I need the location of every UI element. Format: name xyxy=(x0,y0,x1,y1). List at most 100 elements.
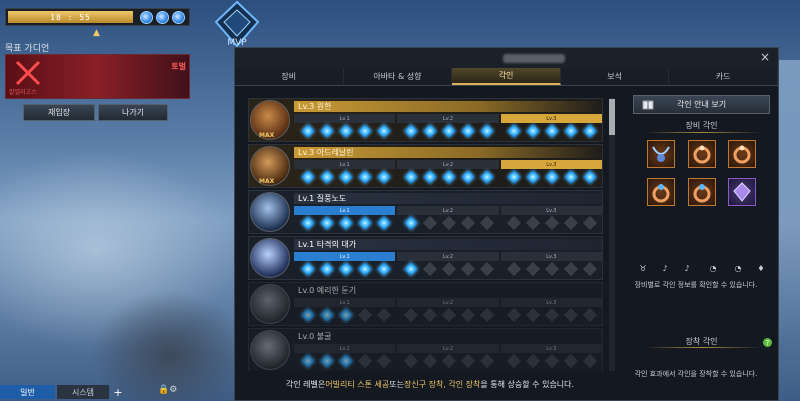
gem-point-icon xyxy=(563,307,579,323)
gem-point-icon xyxy=(300,169,316,185)
gem-point-icon xyxy=(582,261,598,277)
gem-point-icon xyxy=(357,169,373,185)
slot-ring-2[interactable] xyxy=(688,178,716,206)
gem-point-icon xyxy=(441,123,457,139)
gem-point-icon xyxy=(357,215,373,231)
book-icon xyxy=(642,100,654,110)
gem-point-icon xyxy=(506,215,522,231)
gem-point-icon xyxy=(441,261,457,277)
gem-point-icon xyxy=(357,261,373,277)
gem-point-icon xyxy=(506,261,522,277)
level-segment: Lv.2 xyxy=(397,160,499,169)
gem-track xyxy=(300,353,603,369)
gem-point-icon xyxy=(525,353,541,369)
tab-equipment[interactable]: 장비 xyxy=(235,68,344,85)
slot-ring-1[interactable] xyxy=(647,178,675,206)
level-segment: Lv.1 xyxy=(294,206,396,215)
close-icon[interactable]: × xyxy=(760,50,770,64)
footer-hint: 각인 레벨은 어빌리티 스톤 세공 또는 장신구 장착, 각인 장착 을 통해 … xyxy=(235,376,625,392)
engraving-guide-button[interactable]: 각인 안내 보기 xyxy=(633,95,770,114)
gem-point-icon xyxy=(479,169,495,185)
gem-point-icon xyxy=(441,307,457,323)
gem-point-icon xyxy=(506,307,522,323)
engraving-row[interactable]: Lv.1 질풍노도 Lv.1 Lv.2 Lv.3 xyxy=(248,190,603,234)
engraving-icon xyxy=(250,330,290,370)
gem-point-icon xyxy=(422,215,438,231)
divider xyxy=(643,347,761,348)
gem-point-icon xyxy=(460,169,476,185)
tab-gems[interactable]: 보석 xyxy=(561,68,670,85)
equip-info-text: 장비별로 각인 정보를 확인할 수 있습니다. xyxy=(634,281,758,289)
tab-engraving[interactable]: 각인 xyxy=(452,68,561,85)
level-segment: Lv.1 xyxy=(294,344,396,353)
level-segment: Lv.3 xyxy=(500,298,602,307)
gem-point-icon xyxy=(582,353,598,369)
gem-point-icon xyxy=(376,261,392,277)
raid-tag: 토벌 xyxy=(171,62,186,71)
level-segment: Lv.3 xyxy=(500,252,602,261)
help-icon[interactable]: ? xyxy=(763,338,772,347)
exit-button[interactable]: 나가기 xyxy=(98,104,168,121)
guide-button-label: 각인 안내 보기 xyxy=(676,100,727,109)
level-segment: Lv.3 xyxy=(500,160,602,169)
engraving-row[interactable]: MAX Lv.3 원한 Lv.1 Lv.2 Lv.3 xyxy=(248,98,603,142)
chat-tab-general[interactable]: 일반 xyxy=(0,385,55,399)
gem-point-icon xyxy=(376,215,392,231)
level-segment: Lv.2 xyxy=(397,206,499,215)
engraving-name: Lv.1 타격의 대가 xyxy=(294,239,602,250)
chat-tab-system[interactable]: 시스템 xyxy=(57,385,109,399)
timer-bar: 18 : 55 xyxy=(8,11,133,23)
gem-point-icon xyxy=(563,169,579,185)
level-track: Lv.1 Lv.2 Lv.3 xyxy=(294,206,602,215)
gem-point-icon xyxy=(338,353,354,369)
gem-point-icon xyxy=(460,353,476,369)
gem-point-icon xyxy=(403,353,419,369)
engraving-row[interactable]: MAX Lv.3 아드레날린 Lv.1 Lv.2 Lv.3 xyxy=(248,144,603,188)
gem-point-icon xyxy=(506,123,522,139)
window-header: × xyxy=(235,48,778,68)
reenter-button[interactable]: 재입장 xyxy=(23,104,95,121)
ring-1-mini-icon: ◔ xyxy=(709,264,717,273)
engraving-name: Lv.1 질풍노도 xyxy=(294,193,602,204)
gem-point-icon xyxy=(338,215,354,231)
gem-track xyxy=(300,261,603,277)
gem-point-icon xyxy=(338,307,354,323)
level-segment: Lv.3 xyxy=(500,344,602,353)
add-chat-tab-button[interactable]: + xyxy=(111,386,125,399)
gem-point-icon xyxy=(338,123,354,139)
tab-cards[interactable]: 카드 xyxy=(669,68,778,85)
ability-stone-icon xyxy=(733,182,751,202)
gem-point-icon xyxy=(460,307,476,323)
scrollbar-thumb[interactable] xyxy=(609,99,615,135)
gem-point-icon xyxy=(544,261,560,277)
gem-point-icon xyxy=(357,307,373,323)
gem-track xyxy=(300,123,603,139)
gem-point-icon xyxy=(357,353,373,369)
footer-suffix: 을 통해 상승할 수 있습니다. xyxy=(480,379,575,389)
tab-avatar[interactable]: 아바타 & 성향 xyxy=(344,68,453,85)
level-segment: Lv.1 xyxy=(294,298,396,307)
gem-point-icon xyxy=(563,353,579,369)
engraving-row[interactable]: Lv.1 타격의 대가 Lv.1 Lv.2 Lv.3 xyxy=(248,236,603,280)
engraving-name: Lv.3 원한 xyxy=(294,101,602,112)
blurred-character-name xyxy=(503,54,565,63)
slot-necklace[interactable] xyxy=(647,140,675,168)
guardian-card[interactable]: 토벌 칼엘리고스 xyxy=(5,54,190,99)
collapse-caret-icon[interactable]: ▲ xyxy=(93,28,100,38)
gem-point-icon xyxy=(479,261,495,277)
slot-earring-1[interactable] xyxy=(688,140,716,168)
slot-ability-stone[interactable] xyxy=(728,178,756,206)
chat-lock-gear-icons[interactable]: 🔒⚙ xyxy=(158,385,177,395)
level-track: Lv.1 Lv.2 Lv.3 xyxy=(294,344,602,353)
slot-earring-2[interactable] xyxy=(728,140,756,168)
goal-title: 목표 가디언 xyxy=(5,44,50,54)
gem-point-icon xyxy=(441,169,457,185)
engraving-name: Lv.0 예리한 둔기 xyxy=(298,286,357,295)
engraving-row[interactable]: Lv.0 불굴 Lv.1 Lv.2 Lv.3 xyxy=(248,328,603,371)
level-segment: Lv.1 xyxy=(294,160,396,169)
crossed-swords-icon xyxy=(15,60,41,86)
scrollbar[interactable] xyxy=(609,98,615,371)
earring-icon xyxy=(733,145,751,164)
engraving-row[interactable]: Lv.0 예리한 둔기 Lv.1 Lv.2 Lv.3 xyxy=(248,282,603,326)
gem-point-icon xyxy=(403,169,419,185)
